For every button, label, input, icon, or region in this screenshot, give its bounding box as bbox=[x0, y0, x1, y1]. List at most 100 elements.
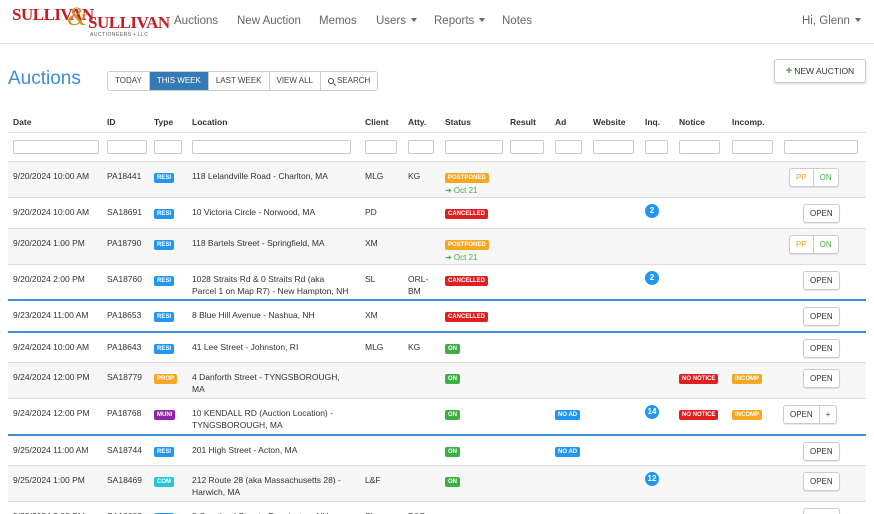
row-location[interactable]: 8 Blue Hill Avenue - Nashua, NH bbox=[192, 309, 362, 321]
row-location[interactable]: 10 KENDALL RD (Auction Location) - TYNGSB… bbox=[192, 407, 362, 431]
col-atty[interactable]: Atty. bbox=[408, 117, 426, 127]
row-incomp: INCOMP bbox=[732, 407, 762, 420]
filter-result-input[interactable] bbox=[510, 140, 544, 154]
row-location[interactable]: 10 Victoria Circle - Norwood, MA bbox=[192, 206, 362, 218]
col-client[interactable]: Client bbox=[365, 117, 389, 127]
filter-last-week[interactable]: LAST WEEK bbox=[208, 72, 270, 90]
row-ad: NO AD bbox=[555, 444, 581, 457]
filter-notice-input[interactable] bbox=[679, 140, 720, 154]
row-client: L&F bbox=[365, 475, 381, 485]
inquiry-count-badge[interactable]: 2 bbox=[645, 271, 659, 285]
col-result[interactable]: Result bbox=[510, 117, 536, 127]
col-ad[interactable]: Ad bbox=[555, 117, 566, 127]
filter-client-input[interactable] bbox=[365, 140, 397, 154]
filter-actions-input[interactable] bbox=[784, 140, 858, 154]
open-button[interactable]: OPEN bbox=[804, 473, 839, 490]
filter-id-input[interactable] bbox=[107, 140, 147, 154]
open-button[interactable]: OPEN bbox=[804, 340, 839, 357]
row-id[interactable]: SA18691 bbox=[107, 206, 142, 218]
open-button[interactable]: OPEN bbox=[804, 272, 839, 289]
row-type-cell: RESI bbox=[154, 273, 175, 286]
row-id[interactable]: PA18653 bbox=[107, 309, 141, 321]
row-type-cell: RESI bbox=[154, 510, 175, 514]
nav-auctions[interactable]: Auctions bbox=[174, 15, 218, 27]
open-button[interactable]: OPEN bbox=[804, 370, 839, 387]
row-location[interactable]: 118 Lelandville Road - Charlton, MA bbox=[192, 170, 362, 182]
filter-inq-input[interactable] bbox=[645, 140, 668, 154]
row-actions: PP ON bbox=[789, 235, 839, 254]
filter-today[interactable]: TODAY bbox=[108, 72, 150, 90]
logo-ampersand: & bbox=[67, 2, 88, 31]
row-location[interactable]: 4 Danforth Street - TYNGSBOROUGH, MA bbox=[192, 371, 362, 395]
filter-type-input[interactable] bbox=[154, 140, 182, 154]
row-id[interactable]: SA18682 bbox=[107, 510, 142, 514]
open-button[interactable]: OPEN bbox=[784, 406, 820, 423]
open-button[interactable]: OPEN bbox=[804, 443, 839, 460]
row-location[interactable]: 41 Lee Street - Johnston, RI bbox=[192, 341, 362, 353]
company-logo[interactable]: SULLIVAN & SULLIVAN AUCTIONEERS • LLC bbox=[12, 2, 170, 39]
status-badge: ON bbox=[445, 477, 460, 487]
postpone-button[interactable]: PP bbox=[790, 169, 814, 186]
filter-date-input[interactable] bbox=[13, 140, 99, 154]
open-button[interactable]: OPEN bbox=[804, 205, 839, 222]
filter-view-all[interactable]: VIEW ALL bbox=[269, 72, 321, 90]
open-button[interactable]: OPEN bbox=[804, 509, 839, 514]
row-id[interactable]: PA18768 bbox=[107, 407, 141, 419]
row-location[interactable]: 1028 Straits Rd & 0 Straits Rd (aka Parce… bbox=[192, 273, 362, 297]
location-line-2: Parcel 1 on Map R7) - New Hampton, NH bbox=[192, 286, 349, 296]
nav-users[interactable]: Users bbox=[376, 15, 418, 27]
row-atty: KG bbox=[408, 170, 420, 182]
nav-notes[interactable]: Notes bbox=[502, 15, 532, 27]
inquiry-count-badge[interactable]: 14 bbox=[645, 405, 659, 419]
col-location[interactable]: Location bbox=[192, 117, 227, 127]
nav-reports[interactable]: Reports bbox=[434, 15, 486, 27]
filter-this-week[interactable]: THIS WEEK bbox=[149, 72, 209, 90]
reschedule-note: ➜ Oct 21 bbox=[445, 186, 478, 195]
row-date: 9/20/2024 10:00 AM bbox=[13, 171, 90, 181]
search-button[interactable]: SEARCH bbox=[320, 72, 378, 90]
col-website[interactable]: Website bbox=[593, 117, 625, 127]
postpone-button[interactable]: PP bbox=[790, 236, 814, 253]
row-id[interactable]: SA18760 bbox=[107, 273, 142, 285]
row-location[interactable]: 118 Bartels Street - Springfield, MA bbox=[192, 237, 362, 249]
col-id[interactable]: ID bbox=[107, 117, 116, 127]
filter-status-input[interactable] bbox=[445, 140, 503, 154]
row-date: 9/24/2024 12:00 PM bbox=[13, 408, 90, 418]
type-badge: RESI bbox=[154, 447, 175, 457]
user-menu[interactable]: Hi, Glenn bbox=[802, 15, 861, 27]
inquiry-count-badge[interactable]: 2 bbox=[645, 204, 659, 218]
set-on-button[interactable]: ON bbox=[814, 236, 838, 253]
row-location[interactable]: 201 High Street - Acton, MA bbox=[192, 444, 362, 456]
col-notice[interactable]: Notice bbox=[679, 117, 705, 127]
row-actions: OPEN bbox=[803, 204, 840, 223]
inquiry-count-badge[interactable]: 12 bbox=[645, 472, 659, 486]
atty-line-1: B&S bbox=[408, 510, 425, 514]
row-id[interactable]: PA18790 bbox=[107, 237, 141, 249]
row-id[interactable]: PA18643 bbox=[107, 341, 141, 353]
col-date[interactable]: Date bbox=[13, 117, 31, 127]
row-location[interactable]: 8 Courtland Street - Farmington, NH bbox=[192, 510, 362, 514]
row-date: 9/25/2024 1:00 PM bbox=[13, 475, 85, 485]
col-incomp[interactable]: Incomp. bbox=[732, 117, 765, 127]
add-button[interactable]: + bbox=[820, 406, 837, 423]
col-type[interactable]: Type bbox=[154, 117, 173, 127]
open-button[interactable]: OPEN bbox=[804, 308, 839, 325]
status-badge: POSTPONED bbox=[445, 173, 489, 183]
nav-memos[interactable]: Memos bbox=[319, 15, 357, 27]
row-id[interactable]: PA18441 bbox=[107, 170, 141, 182]
col-inq[interactable]: Inq. bbox=[645, 117, 660, 127]
filter-incomp-input[interactable] bbox=[732, 140, 773, 154]
row-id[interactable]: SA18469 bbox=[107, 474, 142, 486]
row-id[interactable]: SA18744 bbox=[107, 444, 142, 456]
search-label: SEARCH bbox=[336, 76, 371, 85]
nav-new-auction[interactable]: New Auction bbox=[237, 15, 301, 27]
set-on-button[interactable]: ON bbox=[814, 169, 838, 186]
filter-website-input[interactable] bbox=[593, 140, 634, 154]
row-id[interactable]: SA18779 bbox=[107, 371, 142, 383]
row-location[interactable]: 212 Route 28 (aka Massachusetts 28) - Har… bbox=[192, 474, 362, 498]
filter-ad-input[interactable] bbox=[555, 140, 582, 154]
filter-atty-input[interactable] bbox=[408, 140, 434, 154]
col-status[interactable]: Status bbox=[445, 117, 471, 127]
new-auction-button[interactable]: + NEW AUCTION bbox=[774, 59, 866, 83]
filter-location-input[interactable] bbox=[192, 140, 351, 154]
